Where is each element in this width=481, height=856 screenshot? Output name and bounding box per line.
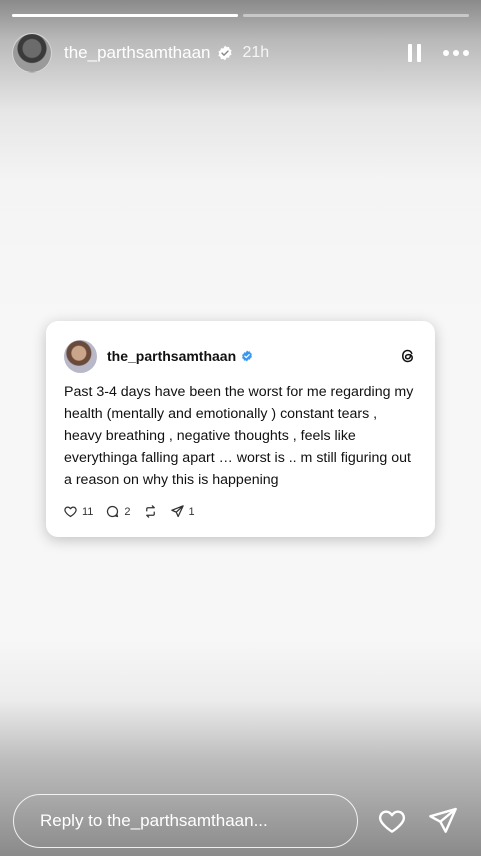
like-count: 11: [82, 505, 94, 518]
pause-icon[interactable]: [408, 44, 421, 62]
verified-badge-icon: [242, 350, 253, 362]
reply-input[interactable]: Reply to the_parthsamthaan...: [13, 794, 358, 848]
story-header: the_parthsamthaan 21h: [12, 33, 469, 73]
threads-logo-icon: [401, 349, 413, 363]
story-username[interactable]: the_parthsamthaan: [64, 43, 211, 63]
progress-segment-1: [12, 14, 238, 17]
story-timestamp: 21h: [242, 44, 270, 61]
repost-stat: [143, 504, 158, 519]
verified-badge-icon: [217, 45, 232, 61]
story-progress: [12, 14, 469, 17]
card-username: the_parthsamthaan: [107, 348, 237, 364]
card-avatar: [64, 339, 97, 373]
comment-count: 2: [124, 505, 131, 518]
repost-icon: [145, 505, 155, 518]
avatar[interactable]: [12, 33, 52, 73]
more-options-icon[interactable]: [443, 50, 469, 56]
reply-placeholder: Reply to the_parthsamthaan...: [40, 811, 268, 830]
heart-icon: [64, 506, 77, 518]
like-stat: 11: [63, 504, 93, 519]
share-count: 1: [188, 505, 195, 518]
send-icon[interactable]: [427, 805, 459, 837]
post-actions: 11 2 1: [63, 504, 195, 519]
comment-stat: 2: [105, 504, 131, 519]
like-heart-icon[interactable]: [376, 805, 408, 837]
progress-segment-2: [243, 14, 469, 17]
share-stat: 1: [170, 504, 195, 519]
comment-icon: [107, 505, 119, 518]
threads-post-card[interactable]: the_parthsamthaan Past 3-4 days have bee…: [46, 321, 435, 537]
post-text: Past 3-4 days have been the worst for me…: [64, 384, 414, 488]
share-icon: [170, 505, 184, 518]
